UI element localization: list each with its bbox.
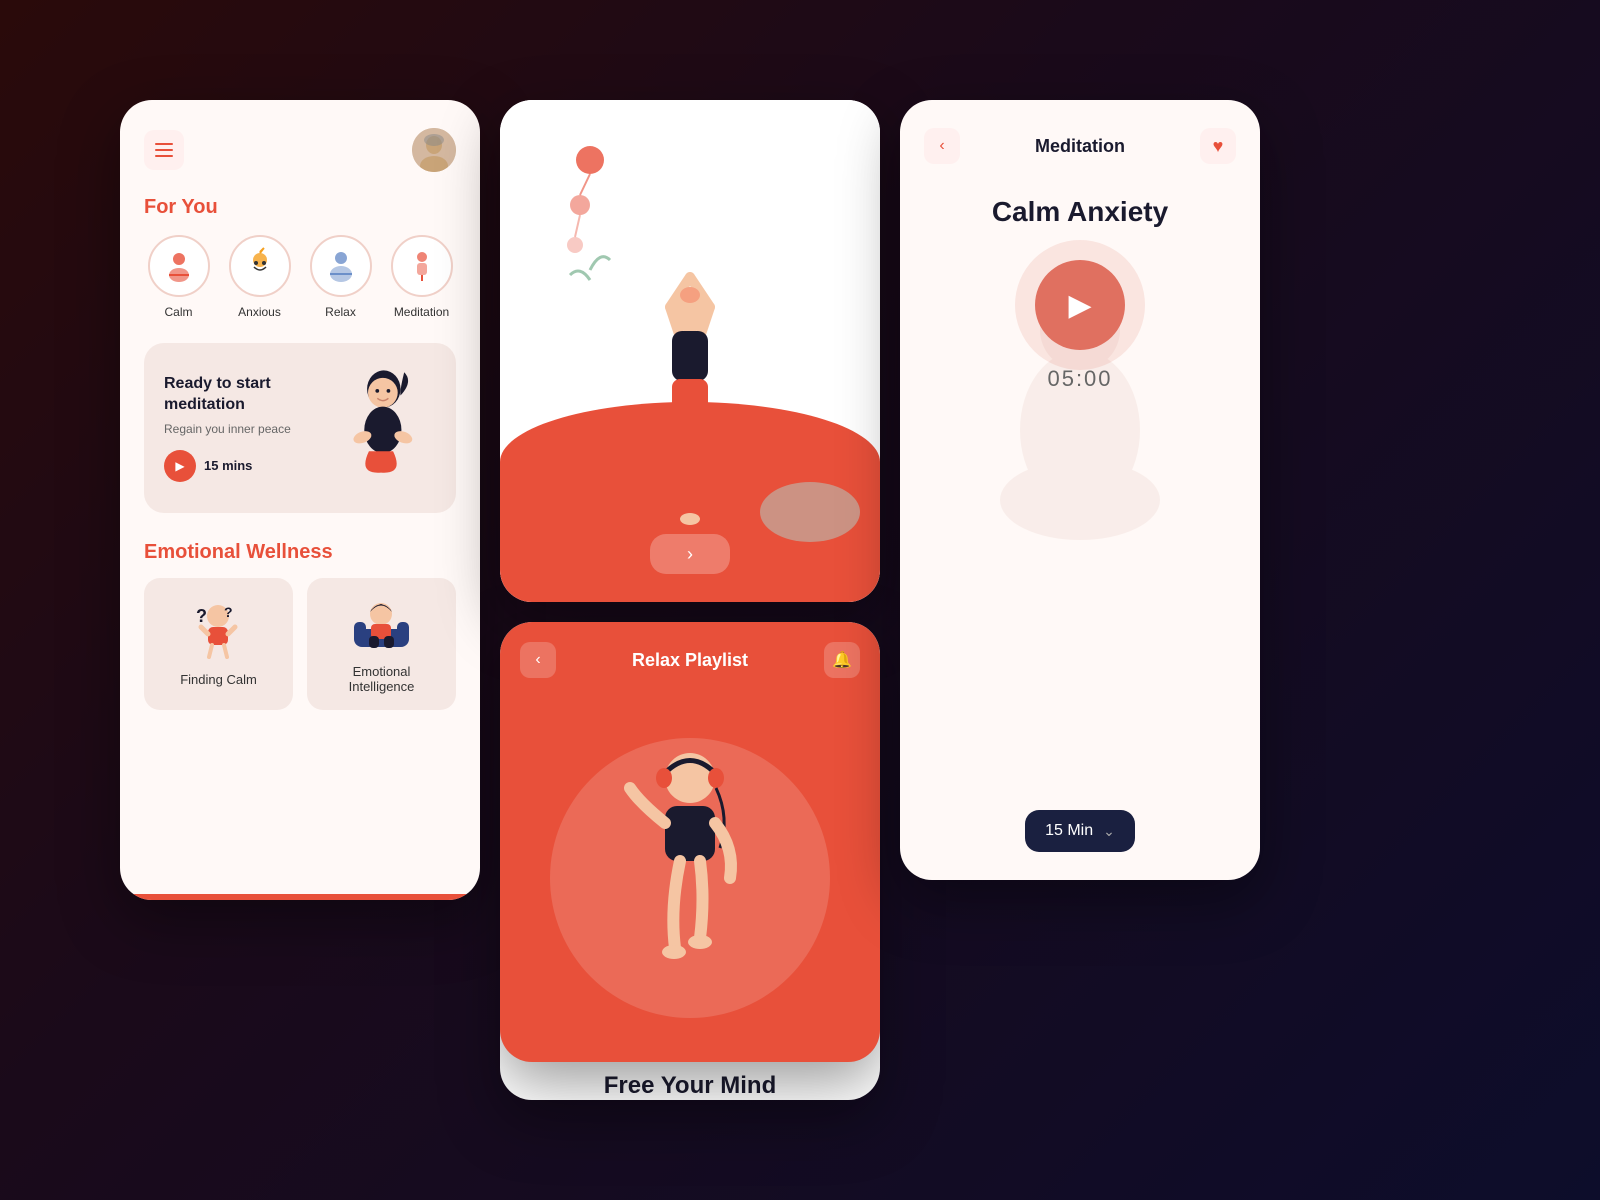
- play-icon: ▶: [164, 450, 196, 482]
- mood-relax[interactable]: Relax: [306, 235, 375, 319]
- meditation-title: Meditation: [1035, 136, 1125, 157]
- mood-meditation-circle: [391, 235, 453, 297]
- playlist-header: ‹ Relax Playlist 🔔: [500, 622, 880, 678]
- banner-figure: [326, 363, 436, 493]
- emotional-intelligence-icon: [349, 594, 414, 654]
- heart-button[interactable]: ♥: [1200, 128, 1236, 164]
- screen-left: For You Calm: [120, 100, 480, 900]
- duration-value: 15 Min: [1045, 822, 1093, 840]
- headphone-figure: [590, 718, 790, 1018]
- mood-relax-label: Relax: [325, 305, 356, 319]
- back-button[interactable]: ‹: [924, 128, 960, 164]
- playlist-title: Relax Playlist: [632, 650, 748, 671]
- top-bar: [144, 128, 456, 172]
- finding-calm-icon: ? ?: [191, 602, 246, 662]
- playlist-area: ‹ Relax Playlist 🔔: [500, 622, 880, 1062]
- mood-calm-label: Calm: [164, 305, 192, 319]
- banner-card: Ready to start meditation Regain you inn…: [144, 343, 456, 513]
- mood-calm-circle: [148, 235, 210, 297]
- playlist-back-button[interactable]: ‹: [520, 642, 556, 678]
- bell-button[interactable]: 🔔: [824, 642, 860, 678]
- menu-line-2: [155, 149, 173, 151]
- mood-anxious-circle: [229, 235, 291, 297]
- mood-row: Calm Anxious: [144, 235, 456, 319]
- banner-text: Ready to start meditation Regain you inn…: [164, 374, 314, 482]
- emotional-wellness-title: Emotional Wellness: [144, 541, 456, 564]
- background-shape: [760, 462, 860, 542]
- calm-anxiety-title: Calm Anxiety: [924, 196, 1236, 228]
- avatar[interactable]: [412, 128, 456, 172]
- duration-label: 15 mins: [204, 458, 252, 473]
- svg-text:?: ?: [224, 604, 233, 620]
- play-area: ▶ 05:00 15 Min ⌄: [924, 260, 1236, 852]
- mood-meditation-label: Meditation: [394, 305, 449, 319]
- avatar-image: [412, 128, 456, 172]
- chevron-down-icon: ⌄: [1103, 823, 1115, 840]
- menu-button[interactable]: [144, 130, 184, 170]
- mood-relax-circle: [310, 235, 372, 297]
- screen-right: ‹ Meditation ♥ Calm Anxiety ▶ 05:00 15 M…: [900, 100, 1260, 880]
- yoga-figure: [610, 267, 770, 547]
- mood-calm[interactable]: Calm: [144, 235, 213, 319]
- timer-display: 05:00: [1047, 366, 1112, 392]
- right-header: ‹ Meditation ♥: [924, 128, 1236, 164]
- svg-text:?: ?: [196, 606, 207, 626]
- play-button-small[interactable]: ▶ 15 mins: [164, 450, 314, 482]
- yoga-card: ›: [500, 100, 880, 602]
- menu-line-1: [155, 143, 173, 145]
- wellness-card-emotional-intelligence[interactable]: Emotional Intelligence: [307, 578, 456, 710]
- duration-selector[interactable]: 15 Min ⌄: [1025, 810, 1135, 852]
- wellness-card-finding-calm[interactable]: ? ? Finding Calm: [144, 578, 293, 710]
- wellness-finding-calm-label: Finding Calm: [180, 672, 257, 687]
- playlist-card: ‹ Relax Playlist 🔔: [500, 622, 880, 1100]
- for-you-title: For You: [144, 196, 456, 219]
- mood-anxious-label: Anxious: [238, 305, 281, 319]
- yoga-area: ›: [500, 100, 880, 602]
- wellness-emotional-intelligence-label: Emotional Intelligence: [319, 664, 444, 694]
- screen-middle: › ‹ Relax Playlist 🔔: [500, 100, 880, 1100]
- mood-anxious[interactable]: Anxious: [225, 235, 294, 319]
- wellness-row: ? ? Finding Calm: [144, 578, 456, 710]
- mood-meditation[interactable]: Meditation: [387, 235, 456, 319]
- large-play-button[interactable]: ▶: [1035, 260, 1125, 350]
- menu-line-3: [155, 155, 173, 157]
- banner-title: Ready to start meditation: [164, 374, 314, 416]
- banner-subtitle: Regain you inner peace: [164, 422, 314, 436]
- playlist-illustration: [500, 678, 880, 1018]
- next-button[interactable]: ›: [650, 534, 730, 574]
